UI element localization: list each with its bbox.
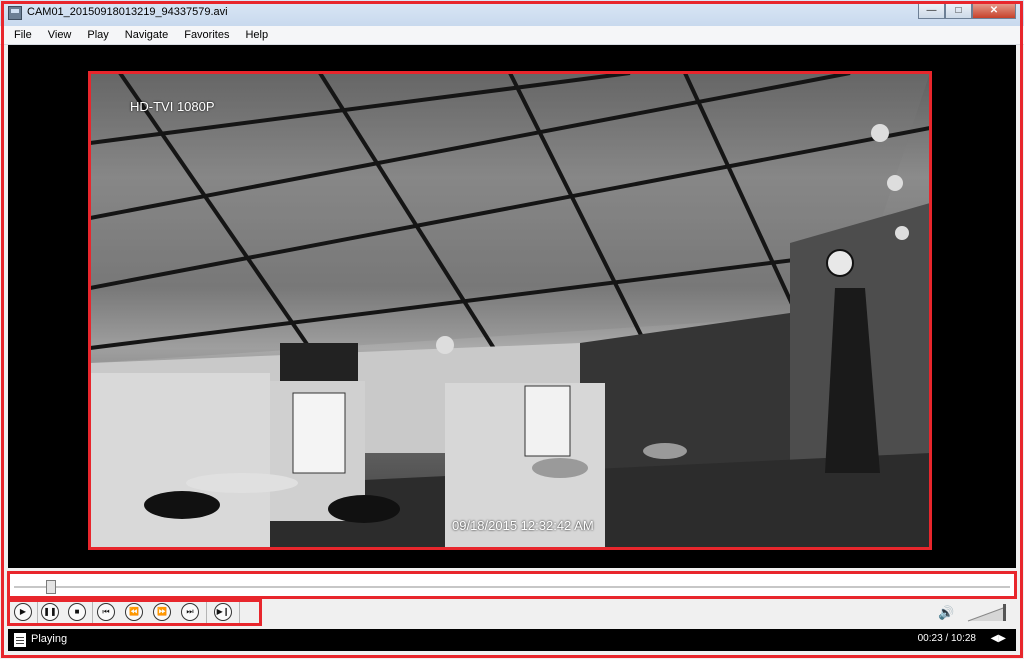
menu-view[interactable]: View — [40, 29, 80, 41]
window-title: CAM01_20150918013219_94337579.avi — [27, 6, 228, 18]
app-icon — [8, 6, 22, 20]
rewind-icon[interactable]: ⏪ — [125, 603, 143, 621]
seek-thumb[interactable] — [45, 580, 56, 594]
seek-track[interactable] — [14, 586, 1010, 588]
window-controls: — □ ✕ — [918, 2, 1016, 19]
aspect-ratio-icon[interactable]: ◀▶ — [991, 633, 1006, 644]
video-frame[interactable]: HD-TVI 1080P 09/18/2015 12:32:42 AM — [90, 73, 930, 548]
close-icon[interactable]: ✕ — [972, 2, 1016, 19]
divider — [37, 601, 38, 623]
speaker-icon[interactable]: 🔊 — [938, 605, 954, 621]
title-bar[interactable]: CAM01_20150918013219_94337579.avi — □ ✕ — [0, 0, 1024, 26]
divider — [92, 601, 93, 623]
seek-bar[interactable] — [8, 572, 1016, 598]
fast-forward-icon[interactable]: ⏩ — [153, 603, 171, 621]
frame-step-icon[interactable]: ▶❙ — [214, 603, 232, 621]
stop-icon[interactable]: ■ — [68, 603, 86, 621]
surveillance-scene — [90, 73, 930, 548]
timestamp-overlay: 09/18/2015 12:32:42 AM — [452, 518, 594, 533]
divider — [206, 601, 207, 623]
skip-back-icon[interactable]: ⏮ — [97, 603, 115, 621]
play-icon[interactable]: ▶ — [14, 603, 32, 621]
menu-bar: File View Play Navigate Favorites Help — [0, 26, 1024, 45]
document-icon — [14, 633, 26, 647]
divider — [239, 601, 240, 623]
menu-navigate[interactable]: Navigate — [117, 29, 176, 41]
menu-help[interactable]: Help — [237, 29, 276, 41]
playback-time: 00:23 / 10:28 — [917, 633, 976, 644]
playback-controls: ▶ ❚❚ ■ ⏮ ⏪ ⏩ ⏭ ▶❙ 🔊 — [8, 599, 1016, 627]
maximize-icon[interactable]: □ — [945, 2, 972, 19]
volume-slider[interactable] — [966, 601, 1008, 623]
status-bar: Playing 00:23 / 10:28 ◀▶ — [8, 629, 1016, 651]
menu-favorites[interactable]: Favorites — [176, 29, 237, 41]
menu-file[interactable]: File — [6, 29, 40, 41]
pause-icon[interactable]: ❚❚ — [41, 603, 59, 621]
media-player-window: CAM01_20150918013219_94337579.avi — □ ✕ … — [0, 0, 1024, 659]
resolution-overlay: HD-TVI 1080P — [130, 99, 215, 114]
menu-play[interactable]: Play — [79, 29, 116, 41]
skip-forward-icon[interactable]: ⏭ — [181, 603, 199, 621]
minimize-icon[interactable]: — — [918, 2, 945, 19]
playback-state: Playing — [31, 633, 68, 645]
